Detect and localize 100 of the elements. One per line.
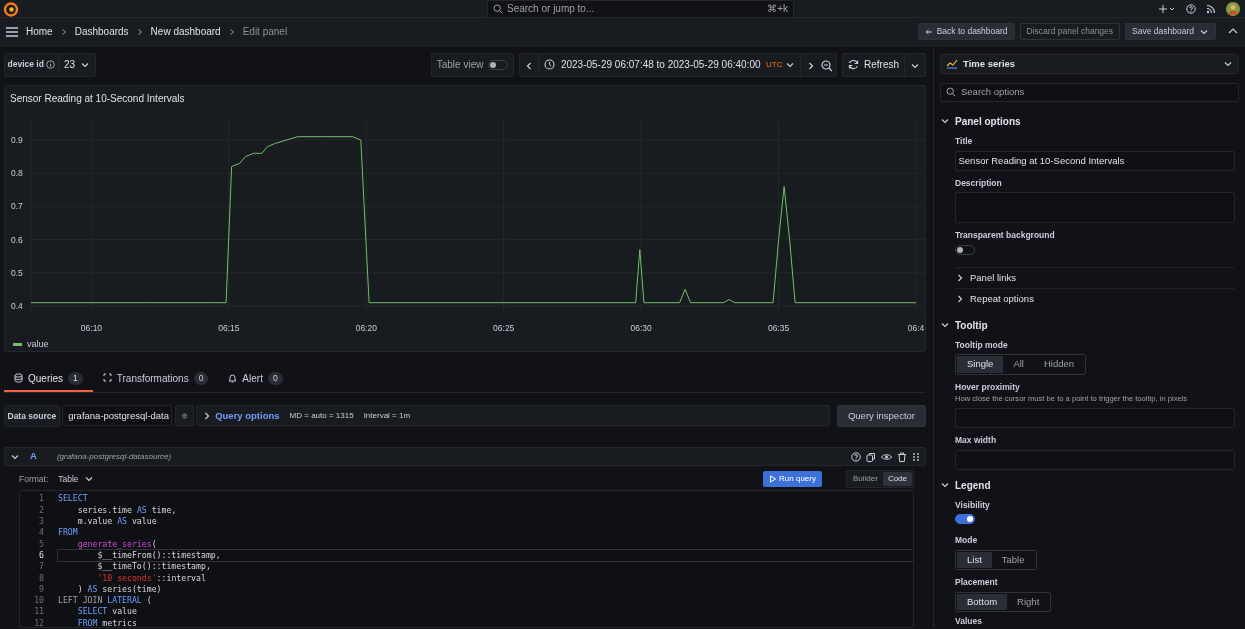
- option-group-title[interactable]: Repeat options: [970, 292, 1034, 307]
- logo-icon: [3, 0, 19, 17]
- input-field[interactable]: Sensor Reading at 10-Second Intervals: [955, 150, 1235, 171]
- tab[interactable]: Queries 1: [4, 367, 93, 392]
- line-number: 6: [38, 549, 44, 562]
- avatar-icon[interactable]: [1226, 1, 1240, 16]
- clock-icon: [544, 59, 556, 71]
- format-select[interactable]: Table: [58, 473, 94, 486]
- section-title[interactable]: Legend: [955, 477, 991, 493]
- toggle-switch[interactable]: [955, 514, 975, 525]
- format-label: Format:: [19, 473, 49, 486]
- search-placeholder: Search options: [961, 85, 1025, 100]
- tab[interactable]: Alert 0: [218, 367, 293, 392]
- search-placeholder: Search or jump to...: [507, 2, 596, 16]
- save-button[interactable]: Save dashboard: [1125, 22, 1216, 40]
- radio-option[interactable]: All: [1003, 356, 1034, 373]
- code-line: series.time AS time,: [76, 504, 178, 516]
- collapse-icon[interactable]: [940, 480, 950, 490]
- query-source-text: (grafana-postgresql-datasource): [56, 450, 172, 463]
- query-ref-label: A: [30, 449, 37, 464]
- editor-mode-tab[interactable]: Builder: [847, 472, 883, 487]
- input-field[interactable]: [955, 407, 1235, 428]
- help-button[interactable]: [174, 405, 194, 427]
- radio-option[interactable]: List: [957, 552, 992, 569]
- y-tick-label: 0.6: [11, 234, 23, 245]
- trash-icon[interactable]: [897, 451, 907, 462]
- y-tick-label: 0.9: [11, 134, 23, 145]
- panel-title: Sensor Reading at 10-Second Intervals: [10, 91, 185, 106]
- play-icon: [768, 475, 777, 484]
- section-title[interactable]: Panel options: [955, 113, 1021, 129]
- back-button[interactable]: Back to dashboard: [917, 22, 1015, 40]
- line-number: 4: [38, 527, 44, 539]
- field-label: Description: [955, 176, 1003, 190]
- breadcrumb-link[interactable]: Home: [26, 24, 53, 39]
- radio-option[interactable]: Right: [1007, 594, 1050, 611]
- code-line: FROM: [58, 527, 79, 539]
- help-icon[interactable]: [1186, 3, 1196, 14]
- zoom-out-icon: [821, 59, 834, 72]
- visualization-picker[interactable]: Time series: [940, 54, 1239, 74]
- expand-icon[interactable]: [955, 294, 965, 305]
- radio-option[interactable]: Hidden: [1034, 356, 1085, 373]
- search-field[interactable]: Search or jump to... ⌘+k: [487, 0, 794, 18]
- option-group-title[interactable]: Panel links: [970, 271, 1016, 286]
- chevron-right-icon: [228, 27, 235, 36]
- chevron-right-icon: [60, 27, 67, 36]
- field-label: Visibility: [955, 498, 991, 512]
- x-tick-label: 06:15: [218, 322, 240, 333]
- help-icon[interactable]: [851, 451, 861, 462]
- database-icon: [14, 373, 23, 384]
- field-label: Hover proximity: [955, 380, 1021, 394]
- rss-icon[interactable]: [1206, 3, 1216, 14]
- code-line: SELECT value: [76, 606, 138, 618]
- shortcut-label: ⌘+k: [767, 2, 788, 16]
- line-number: 9: [38, 583, 44, 596]
- field-label: Max width: [955, 433, 998, 447]
- code-line: SELECT: [58, 493, 89, 505]
- chevron-left-icon: [525, 60, 534, 71]
- code-line: $__timeFrom()::timestamp,: [58, 549, 913, 562]
- code-line: FROM metrics: [76, 617, 138, 627]
- code-line: m.value AS value: [76, 516, 158, 528]
- input-field[interactable]: [955, 449, 1235, 470]
- line-number: 11: [33, 606, 44, 618]
- search-icon: [946, 87, 956, 98]
- field-label: Values: [955, 615, 983, 628]
- count-badge: 1: [68, 371, 83, 385]
- help-icon: [181, 410, 187, 421]
- data-source-select[interactable]: grafana-postgresql-data: [62, 405, 173, 427]
- x-tick-label: 06:4: [907, 322, 925, 333]
- legend-swatch: [13, 342, 22, 346]
- line-number: 3: [38, 516, 44, 528]
- discard-button[interactable]: Discard panel changes: [1019, 22, 1121, 40]
- breadcrumb-link[interactable]: New dashboard: [150, 24, 221, 39]
- query-inspector-button[interactable]: Query inspector: [836, 404, 926, 427]
- add-icon[interactable]: [1158, 3, 1176, 14]
- data-source-label: Data source: [4, 404, 60, 427]
- copy-icon[interactable]: [866, 451, 876, 462]
- editor-mode-tab[interactable]: Code: [882, 472, 912, 487]
- table-view-toggle[interactable]: Table view: [430, 52, 515, 77]
- section-title[interactable]: Tooltip: [955, 317, 988, 333]
- line-number: 12: [33, 617, 44, 627]
- code-line: $__timeTo()::timestamp,: [96, 561, 212, 573]
- expand-icon[interactable]: [955, 273, 965, 284]
- search-field[interactable]: Search options: [940, 82, 1239, 102]
- run-query-button[interactable]: Run query: [762, 471, 822, 488]
- query-options-toggle[interactable]: Query options: [202, 408, 280, 423]
- radio-option[interactable]: Table: [991, 552, 1035, 569]
- x-tick-label: 06:35: [767, 322, 790, 333]
- x-tick-label: 06:20: [355, 322, 377, 333]
- line-number: 1: [38, 493, 44, 505]
- eye-icon[interactable]: [881, 451, 892, 462]
- code-line: LEFT JOIN LATERAL (: [58, 595, 153, 607]
- radio-option[interactable]: Single: [957, 356, 1004, 373]
- legend-label[interactable]: value: [27, 337, 49, 352]
- menu-icon[interactable]: [6, 26, 18, 37]
- radio-option[interactable]: Bottom: [957, 594, 1008, 611]
- tab[interactable]: Transformations 0: [92, 367, 219, 392]
- timezone-label: UTC: [766, 58, 783, 71]
- breadcrumb-link[interactable]: Dashboards: [74, 24, 129, 39]
- y-tick-label: 0.8: [11, 167, 23, 178]
- drag-handle-icon[interactable]: [912, 451, 920, 462]
